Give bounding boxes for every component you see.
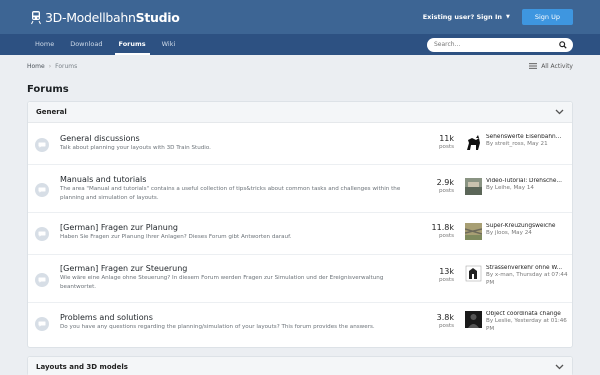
forum-description: Haben Sie Fragen zur Planung Ihrer Anlag… xyxy=(60,234,292,240)
chat-bubble-icon xyxy=(38,277,46,283)
chevron-down-icon: ▼ xyxy=(506,14,510,20)
last-post-title[interactable]: Super-Kreuzungsweiche xyxy=(486,223,569,229)
last-post: Video-Tutorial: Drehsche... By Leihe, Ma… xyxy=(465,178,569,195)
forum-stats: 2.9k posts xyxy=(437,178,454,194)
forum-stats: 11k posts xyxy=(439,134,454,150)
last-post-title[interactable]: Sehenswerte Eisenbahn... xyxy=(486,134,569,140)
chat-bubble-icon xyxy=(38,142,46,148)
forum-stats: 11.8k posts xyxy=(432,223,454,239)
last-post: Object coordinata change By Leslie, Yest… xyxy=(465,311,569,333)
all-activity-link[interactable]: All Activity xyxy=(529,63,573,70)
post-count: 11k xyxy=(439,134,454,143)
collapse-toggle-icon[interactable] xyxy=(555,109,564,115)
forum-row: [German] Fragen zur Planung Haben Sie Fr… xyxy=(28,213,572,255)
post-count-label: posts xyxy=(439,188,454,194)
logo-text-prefix: 3D-Modellbahn xyxy=(45,9,136,25)
last-post: Sehenswerte Eisenbahn... By streit_ross,… xyxy=(465,134,569,151)
forum-description: The area "Manual and tutorials" contains… xyxy=(60,186,401,201)
sign-in-link[interactable]: Existing user? Sign In ▼ xyxy=(423,13,510,21)
last-post-meta: By streit_ross, May 21 xyxy=(486,141,548,147)
sign-in-label: Existing user? Sign In xyxy=(422,13,502,21)
post-count-label: posts xyxy=(439,277,454,283)
forum-title[interactable]: General discussions xyxy=(60,134,405,143)
breadcrumb: Home › Forums xyxy=(27,63,77,70)
forum-main: [German] Fragen zur Steuerung Wie wäre e… xyxy=(60,264,405,291)
forum-title[interactable]: Manuals and tutorials xyxy=(60,175,405,184)
forum-stats: 13k posts xyxy=(439,267,454,283)
forum-status-icon xyxy=(35,227,49,241)
last-post-title[interactable]: Object coordinata change xyxy=(486,311,569,317)
search-box xyxy=(427,37,573,52)
chevron-right-icon: › xyxy=(48,62,52,70)
collapse-toggle-icon[interactable] xyxy=(555,364,564,370)
search-icon[interactable] xyxy=(559,40,567,49)
forum-row: Problems and solutions Do you have any q… xyxy=(28,303,572,347)
category-header: General xyxy=(28,102,572,123)
forum-description: Talk about planning your layouts with 3D… xyxy=(60,145,211,151)
forum-main: Problems and solutions Do you have any q… xyxy=(60,313,405,332)
post-count-label: posts xyxy=(439,323,454,329)
forum-status-icon xyxy=(35,138,49,152)
train-icon xyxy=(31,10,41,24)
chat-bubble-icon xyxy=(38,321,46,327)
last-post: Super-Kreuzungsweiche By jloos, May 24 xyxy=(465,223,569,240)
post-count: 3.8k xyxy=(436,313,454,322)
forum-category-general: General General discussions Talk about p… xyxy=(27,101,573,348)
forum-stats: 3.8k posts xyxy=(437,313,454,329)
breadcrumb-home[interactable]: Home xyxy=(27,63,45,70)
forum-title[interactable]: Problems and solutions xyxy=(60,313,405,322)
forum-status-icon xyxy=(35,317,49,331)
forum-main: Manuals and tutorials The area "Manual a… xyxy=(60,175,405,202)
forum-main: General discussions Talk about planning … xyxy=(60,134,405,153)
forum-row: [German] Fragen zur Steuerung Wie wäre e… xyxy=(28,255,572,303)
post-count-label: posts xyxy=(439,233,454,239)
forum-category-layouts: Layouts and 3D models xyxy=(27,356,573,375)
forum-status-icon xyxy=(35,273,49,287)
last-post-thumbnail[interactable] xyxy=(465,178,482,195)
last-post-title[interactable]: Video-Tutorial: Drehsche... xyxy=(486,178,569,184)
main-navigation: Home Download Forums Wiki xyxy=(0,34,600,55)
sign-up-button[interactable]: Sign Up xyxy=(521,9,573,25)
page-title: Forums xyxy=(27,84,69,95)
nav-item-home[interactable]: Home xyxy=(27,34,62,55)
category-title: General xyxy=(36,108,67,116)
activity-icon xyxy=(529,63,538,69)
last-post-thumbnail[interactable] xyxy=(465,223,482,240)
nav-item-forums[interactable]: Forums xyxy=(111,34,154,55)
post-count: 13k xyxy=(439,267,454,276)
nav-item-download[interactable]: Download xyxy=(62,34,110,55)
forum-title[interactable]: [German] Fragen zur Steuerung xyxy=(60,264,405,273)
last-post-meta: By jloos, May 24 xyxy=(486,230,532,236)
forum-status-icon xyxy=(35,183,49,197)
last-post-meta: By Leslie, Yesterday at 01:46 PM xyxy=(486,318,567,332)
forum-description: Wie wäre eine Anlage ohne Steuerung? In … xyxy=(60,275,384,290)
last-post-thumbnail[interactable] xyxy=(465,134,482,151)
post-count: 11.8k xyxy=(431,223,454,232)
search-input[interactable] xyxy=(434,41,559,48)
forum-row: General discussions Talk about planning … xyxy=(28,123,572,165)
last-post-title[interactable]: Strassenverkehr ohne W... xyxy=(486,265,569,271)
chat-bubble-icon xyxy=(38,231,46,237)
site-header: 3D-ModellbahnStudio Existing user? Sign … xyxy=(0,0,600,34)
last-post-thumbnail[interactable] xyxy=(465,311,482,328)
logo-text-bold: Studio xyxy=(135,9,180,25)
all-activity-label: All Activity xyxy=(541,62,573,70)
breadcrumb-current: Forums xyxy=(55,62,78,70)
nav-item-wiki[interactable]: Wiki xyxy=(154,34,184,55)
forum-row: Manuals and tutorials The area "Manual a… xyxy=(28,165,572,213)
post-count-label: posts xyxy=(439,144,454,150)
forum-main: [German] Fragen zur Planung Haben Sie Fr… xyxy=(60,223,405,242)
last-post: Strassenverkehr ohne W... By x-man, Thur… xyxy=(465,265,569,287)
category-title: Layouts and 3D models xyxy=(36,363,128,371)
chat-bubble-icon xyxy=(38,187,46,193)
last-post-meta: By x-man, Thursday at 07:44 PM xyxy=(486,272,568,286)
breadcrumb-bar: Home › Forums All Activity xyxy=(0,55,600,77)
last-post-thumbnail[interactable] xyxy=(465,265,482,282)
category-header: Layouts and 3D models xyxy=(28,357,572,375)
forum-description: Do you have any questions regarding the … xyxy=(60,324,375,330)
site-logo[interactable]: 3D-ModellbahnStudio xyxy=(30,10,180,25)
last-post-meta: By Leihe, May 14 xyxy=(486,185,534,191)
post-count: 2.9k xyxy=(436,178,454,187)
forum-title[interactable]: [German] Fragen zur Planung xyxy=(60,223,405,232)
